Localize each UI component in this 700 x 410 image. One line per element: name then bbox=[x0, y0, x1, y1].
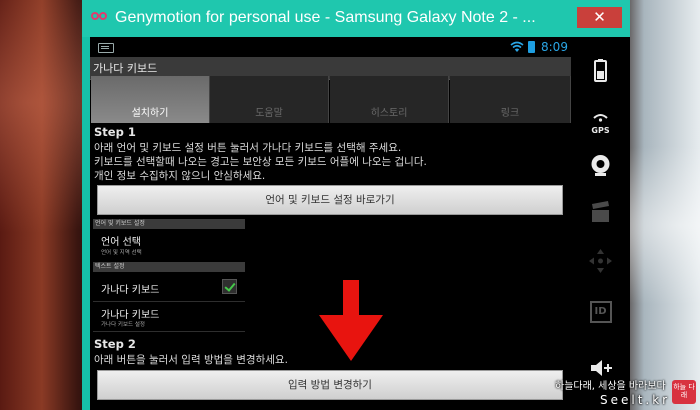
title-bar[interactable]: Genymotion for personal use - Samsung Ga… bbox=[82, 0, 630, 37]
keyboard-settings-button[interactable]: 언어 및 키보드 설정 바로가기 bbox=[97, 185, 563, 215]
clapper-icon[interactable] bbox=[571, 201, 630, 223]
keyboard-settings-subtitle: 가나다 키보드 설정 bbox=[101, 322, 145, 328]
id-icon[interactable]: ID bbox=[571, 299, 630, 323]
keyboard-item-title: 가나다 키보드 bbox=[101, 285, 160, 296]
wifi-icon bbox=[510, 41, 524, 52]
status-bar: 8:09 bbox=[90, 37, 571, 57]
battery-icon[interactable] bbox=[571, 59, 630, 83]
genymotion-logo-icon bbox=[91, 10, 109, 24]
step1-line: 키보드를 선택할때 나오는 경고는 보안상 모든 키보드 어플에 나오는 겁니다… bbox=[94, 156, 427, 168]
tab-label: 링크 bbox=[500, 108, 520, 119]
tab-label: 설치하기 bbox=[131, 108, 169, 119]
camera-icon[interactable] bbox=[571, 153, 630, 177]
close-button[interactable]: ✕ bbox=[577, 7, 622, 28]
tab-history[interactable]: 히스토리 bbox=[330, 76, 449, 123]
change-input-method-button[interactable]: 입력 방법 변경하기 bbox=[97, 370, 563, 400]
red-arrow-head bbox=[319, 315, 383, 361]
window-title: Genymotion for personal use - Samsung Ga… bbox=[115, 9, 536, 26]
tab-label: 히스토리 bbox=[370, 108, 408, 119]
watermark-badge: 하늘 다래 bbox=[672, 380, 696, 404]
keyboard-settings-title: 가나다 키보드 bbox=[101, 310, 160, 321]
step2-heading: Step 2 bbox=[94, 337, 136, 351]
id-label: ID bbox=[589, 301, 612, 323]
tab-install[interactable]: 설치하기 bbox=[91, 76, 210, 123]
language-item-title: 언어 선택 bbox=[101, 237, 141, 248]
keyboard-enabled-checkbox bbox=[222, 279, 237, 294]
watermark-line2: Seelt.kr bbox=[600, 393, 671, 407]
step1-line: 개인 정보 수집하지 않으니 안심하세요. bbox=[94, 170, 266, 182]
tab-link[interactable]: 링크 bbox=[450, 76, 571, 123]
gps-icon[interactable]: GPS bbox=[571, 107, 630, 135]
genymotion-toolbar: GPS ID bbox=[571, 37, 630, 410]
keyboard-icon bbox=[98, 43, 114, 53]
battery-icon bbox=[528, 41, 535, 53]
watermark-line1: 하늘다래, 세상을 바라보다 bbox=[555, 381, 666, 392]
divider bbox=[93, 301, 245, 302]
volume-up-icon[interactable] bbox=[571, 357, 630, 379]
red-arrow-shaft bbox=[343, 280, 359, 316]
language-item-subtitle: 언어 및 지역 선택 bbox=[101, 250, 142, 256]
settings-preview: 언어 및 키보드 설정 언어 선택 언어 및 지역 선택 텍스트 설정 가나다 … bbox=[93, 217, 245, 333]
gps-label: GPS bbox=[591, 126, 610, 135]
tab-help[interactable]: 도움말 bbox=[210, 76, 329, 123]
tab-bar: 설치하기 도움말 히스토리 링크 bbox=[90, 76, 571, 123]
step1-line: 아래 언어 및 키보드 설정 버튼 눌러서 가나다 키보드를 선택해 주세요. bbox=[94, 142, 402, 154]
divider bbox=[93, 331, 245, 332]
step1-heading: Step 1 bbox=[94, 125, 136, 139]
tab-label: 도움말 bbox=[255, 108, 283, 119]
app-title: 가나다 키보드 bbox=[93, 62, 158, 75]
dpad-icon[interactable] bbox=[571, 247, 630, 275]
section-header: 언어 및 키보드 설정 bbox=[93, 219, 245, 229]
section-header: 텍스트 설정 bbox=[93, 262, 245, 272]
step2-line: 아래 버튼을 눌러서 입력 방법을 변경하세요. bbox=[94, 354, 288, 366]
status-clock: 8:09 bbox=[541, 40, 568, 54]
